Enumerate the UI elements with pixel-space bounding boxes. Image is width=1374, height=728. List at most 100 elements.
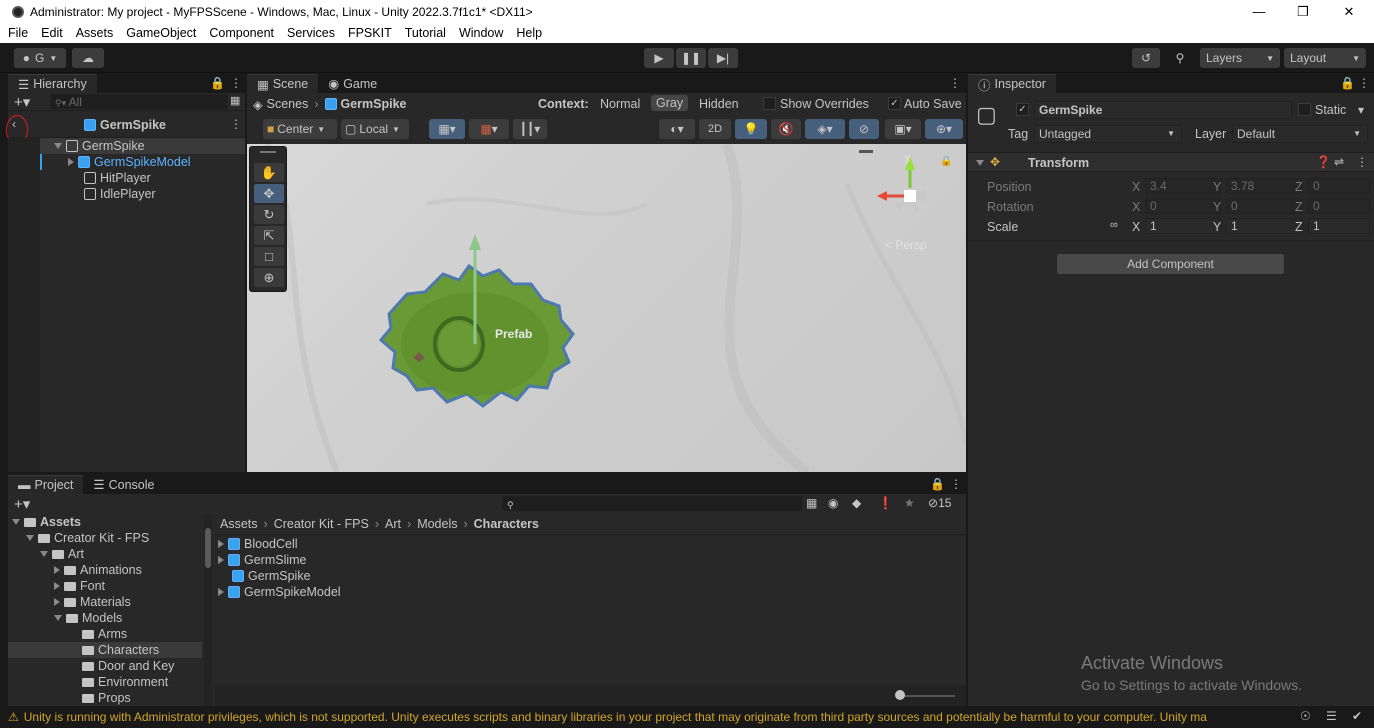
play-button[interactable]: ▶ [644, 48, 674, 68]
menu-icon[interactable]: ⋮ [1356, 155, 1368, 169]
active-checkbox[interactable]: ✓ [1016, 103, 1029, 116]
orientation-gizmo[interactable] [873, 152, 953, 252]
menu-file[interactable]: File [8, 26, 28, 40]
transform-header[interactable]: ✥ Transform ❓ ⇌ ⋮ [968, 152, 1374, 172]
tree-item[interactable]: Props [82, 690, 131, 706]
breadcrumb-prefab[interactable]: GermSpike [341, 97, 407, 111]
zoom-slider-thumb[interactable] [895, 690, 905, 700]
search-button[interactable]: ⚲ [1166, 48, 1194, 68]
tree-item[interactable]: Art [40, 546, 84, 562]
shading-mode-button[interactable]: ◐ ▾ [659, 119, 695, 139]
scrollbar-thumb[interactable] [205, 528, 211, 568]
layout-dropdown[interactable]: Layout ▼ [1284, 48, 1366, 68]
menu-icon[interactable]: ⋮ [950, 477, 962, 491]
overlay-menu-icon[interactable] [859, 150, 873, 153]
breadcrumb-scenes[interactable]: Scenes [267, 97, 309, 111]
rect-tool-button[interactable]: □ [254, 247, 284, 266]
audio-button[interactable]: 🔇 [771, 119, 801, 139]
lock-icon[interactable]: 🔒 [930, 477, 945, 491]
chevron-down-icon[interactable]: ▾ [1358, 103, 1364, 117]
menu-icon[interactable]: ⋮ [949, 76, 961, 90]
add-component-button[interactable]: Add Component [1056, 253, 1285, 275]
scale-tool-button[interactable]: ⇱ [254, 226, 284, 245]
context-hidden[interactable]: Hidden [699, 97, 739, 111]
lock-icon[interactable]: 🔒 [1340, 76, 1355, 90]
grid-button[interactable]: ▦ ▾ [469, 119, 509, 139]
context-gray[interactable]: Gray [651, 95, 689, 111]
tab-project[interactable]: ▬ Project [8, 475, 84, 494]
tree-item[interactable]: Door and Key [82, 658, 174, 674]
tree-item[interactable]: Materials [54, 594, 131, 610]
tree-item-selected[interactable]: Characters [8, 642, 202, 658]
menu-help[interactable]: Help [516, 26, 542, 40]
rotation-z-field[interactable]: 0 [1308, 198, 1370, 214]
tab-game[interactable]: ◉ Game [318, 74, 388, 93]
menu-window[interactable]: Window [459, 26, 503, 40]
filter-type-icon[interactable]: ◉ [828, 496, 838, 510]
hierarchy-item[interactable]: GermSpike [40, 138, 245, 154]
zoom-slider-track[interactable] [899, 695, 955, 697]
palette-handle[interactable] [260, 151, 276, 153]
tree-scrollbar[interactable] [204, 514, 212, 706]
step-button[interactable]: ▶| [708, 48, 738, 68]
breadcrumb-item[interactable]: Models [417, 517, 457, 531]
rotation-y-field[interactable]: 0 [1226, 198, 1302, 214]
gizmos-button[interactable]: ⊕ ▾ [925, 119, 963, 139]
menu-services[interactable]: Services [287, 26, 335, 40]
lighting-button[interactable]: 💡 [735, 119, 767, 139]
cache-icon[interactable]: ☰ [1326, 709, 1337, 723]
scale-x-field[interactable]: 1 [1145, 218, 1221, 234]
menu-icon[interactable]: ⋮ [230, 76, 242, 90]
add-icon[interactable]: +▾ [14, 93, 30, 111]
hierarchy-item[interactable]: IdlePlayer [40, 186, 245, 202]
position-y-field[interactable]: 3.78 [1226, 178, 1302, 194]
add-icon[interactable]: +▾ [14, 495, 30, 513]
hierarchy-item[interactable]: HitPlayer [40, 170, 245, 186]
effects-button[interactable]: ◈ ▾ [805, 119, 845, 139]
link-icon[interactable]: ∞ [1110, 219, 1118, 231]
tree-item[interactable]: Assets [12, 514, 81, 530]
breadcrumb-item[interactable]: Art [385, 517, 401, 531]
scale-y-field[interactable]: 1 [1226, 218, 1302, 234]
hierarchy-search-input[interactable]: ⚲▾ All [50, 94, 228, 109]
tab-inspector[interactable]: ⓘ Inspector [968, 74, 1056, 93]
star-icon[interactable]: ★ [904, 496, 915, 510]
tree-item[interactable]: Arms [82, 626, 127, 642]
tag-dropdown[interactable]: Untagged ▼ [1034, 125, 1182, 143]
auto-save-checkbox[interactable]: ✓ [888, 97, 901, 110]
rotate-tool-button[interactable]: ↻ [254, 205, 284, 224]
help-icon[interactable]: ❓ [1316, 155, 1331, 169]
visibility-button[interactable]: ⊘ [849, 119, 879, 139]
status-message[interactable]: Unity is running with Administrator priv… [24, 710, 1207, 724]
lock-icon[interactable]: 🔒 [210, 76, 225, 90]
space-dropdown[interactable]: ▢ Local ▼ [341, 119, 409, 139]
menu-icon[interactable]: ⋮ [230, 117, 242, 131]
menu-tutorial[interactable]: Tutorial [405, 26, 446, 40]
asset-item[interactable]: GermSpike [232, 568, 311, 584]
breadcrumb-item[interactable]: Assets [220, 517, 258, 531]
position-z-field[interactable]: 0 [1308, 178, 1370, 194]
preset-icon[interactable]: ⇌ [1334, 155, 1344, 169]
label-icon[interactable]: ◆ [852, 496, 861, 510]
tree-item[interactable]: Creator Kit - FPS [26, 530, 149, 546]
tree-item[interactable]: Animations [54, 562, 142, 578]
close-button[interactable]: ✕ [1326, 0, 1372, 23]
camera-button[interactable]: ▣ ▾ [885, 119, 921, 139]
menu-assets[interactable]: Assets [76, 26, 114, 40]
hidden-packages-icon[interactable]: ⊘15 [928, 496, 951, 510]
menu-edit[interactable]: Edit [41, 26, 63, 40]
tab-console[interactable]: ☰ Console [83, 475, 165, 494]
scale-z-field[interactable]: 1 [1308, 218, 1370, 234]
transform-tool-button[interactable]: ⊕ [254, 268, 284, 287]
menu-gameobject[interactable]: GameObject [126, 26, 196, 40]
breadcrumb-item[interactable]: Creator Kit - FPS [274, 517, 369, 531]
search-by-type-icon[interactable]: ▦ [806, 496, 817, 510]
hierarchy-item[interactable]: GermSpikeModel [40, 154, 245, 170]
grid-snap-button[interactable]: ▦▾ [429, 119, 465, 139]
increment-snap-button[interactable]: ┃┃ ▾ [513, 119, 547, 139]
cloud-button[interactable]: ☁ [72, 48, 104, 68]
tree-item[interactable]: Models [54, 610, 122, 626]
rotation-x-field[interactable]: 0 [1145, 198, 1221, 214]
context-normal[interactable]: Normal [600, 97, 640, 111]
menu-component[interactable]: Component [209, 26, 274, 40]
